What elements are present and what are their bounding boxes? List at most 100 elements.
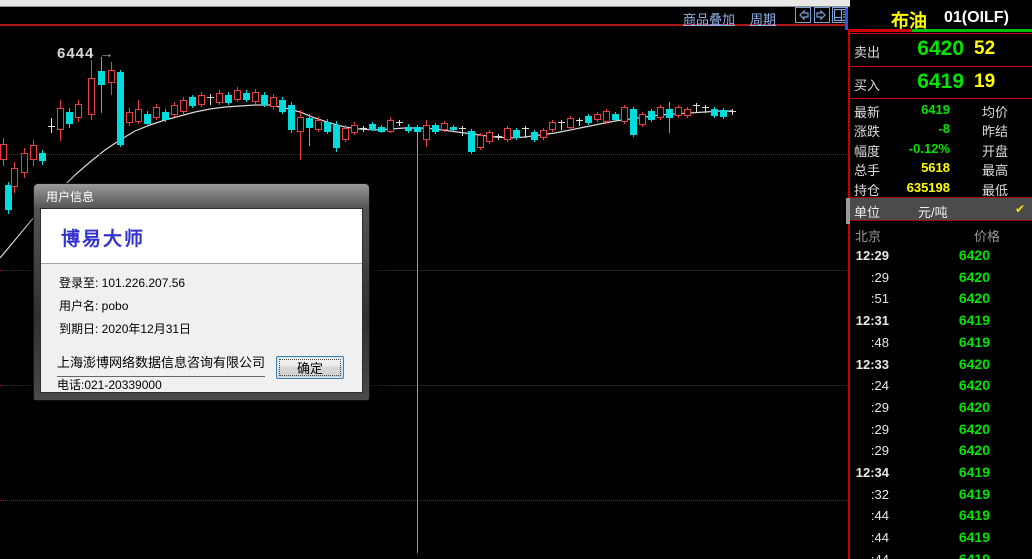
stat-row: 幅度-0.12%开盘 [850,139,1032,158]
tick-row: :516420 [850,289,1032,310]
overlay-commodity-link[interactable]: 商品叠加 [683,9,735,28]
stat-label: 最新 [854,102,880,121]
chart-toolbar: 商品叠加 周期 [0,7,848,24]
down-candle-body [39,153,46,161]
down-candle-body [306,118,313,128]
down-candle-body [720,110,727,117]
tick-price-column-header: 价格 [974,226,1000,245]
stat-row: 涨跌-8昨结 [850,119,1032,138]
user-info-dialog: 用户信息 博易大师 登录至: 101.226.207.56用户名: pobo到期… [33,183,370,401]
tick-price: 6420 [938,442,990,458]
dialog-title: 用户信息 [46,188,94,205]
doji-candle-bar [48,126,55,127]
doji-candle-bar [495,136,502,137]
doji-candle-wick [732,109,733,115]
stat-value: 635198 [907,180,950,195]
up-candle-body [88,78,95,115]
phone-number: 电话:021-20339000 [57,376,162,393]
app-name: 博易大师 [61,224,145,251]
doji-candle-bar [459,128,466,129]
down-candle-body [144,114,151,124]
up-candle-body [171,105,178,115]
down-candle-body [98,71,105,85]
down-candle-body [261,95,268,105]
stat-label-2: 均价 [982,102,1008,121]
down-candle-body [414,127,421,132]
tick-price: 6420 [938,247,990,263]
quote-panel: 布油 01(OILF) 卖出 6420 52 买入 6419 19 最新6419… [850,0,1032,559]
stat-row: 最新6419均价 [850,100,1032,119]
period-link[interactable]: 周期 [750,9,776,28]
tick-time: 12:29 [850,248,889,263]
unit-label: 单位 [854,202,880,221]
down-candle-wick [417,125,418,553]
price-gridline [0,154,848,155]
tick-price: 6419 [938,464,990,480]
stat-label: 总手 [854,160,880,179]
stat-label-2: 最低 [982,180,1008,199]
sell-strength-segment [850,29,912,32]
down-candle-body [513,130,520,138]
tick-time: :48 [850,335,889,350]
dialog-banner: 博易大师 [41,209,362,264]
tick-price: 6420 [938,269,990,285]
up-candle-body [126,112,133,123]
tick-price: 6420 [938,399,990,415]
doji-candle-bar [693,105,700,106]
down-candle-body [189,97,196,106]
stat-value: -8 [938,121,950,136]
stat-row: 总手5618最高 [850,158,1032,177]
ask-quantity: 52 [974,38,995,60]
up-candle-body [540,130,547,138]
tick-time: :44 [850,508,889,523]
stat-label: 涨跌 [854,121,880,140]
up-candle-body [657,107,664,118]
tick-row: 12:346419 [850,463,1032,484]
up-candle-body [135,109,142,122]
doji-candle-wick [399,120,400,126]
down-candle-body [711,109,718,116]
tick-time: :29 [850,422,889,437]
down-candle-body [66,112,73,124]
up-candle-body [315,120,322,130]
doji-candle-bar [729,111,736,112]
ask-row: 卖出 6420 52 [850,33,1032,66]
tick-price: 6419 [938,529,990,545]
up-candle-body [30,145,37,160]
ask-label: 卖出 [854,42,880,61]
doji-candle-bar [207,97,214,98]
tick-row: :29 6420 [850,398,1032,419]
next-arrow-icon[interactable] [814,7,830,23]
price-gridline [0,500,848,501]
prev-arrow-icon[interactable] [795,7,811,23]
ok-button[interactable]: 确定 [276,356,344,379]
up-candle-body [594,114,601,120]
up-candle-body [21,153,28,173]
tick-time: :29 [850,400,889,415]
up-candle-body [297,117,304,132]
tick-time: :24 [850,378,889,393]
buy-sell-strength-bar [850,29,1032,32]
tick-row: 12:336420 [850,355,1032,376]
down-candle-body [405,127,412,131]
up-candle-body [684,109,691,116]
tick-price: 6420 [938,356,990,372]
tick-price: 6420 [938,290,990,306]
up-candle-body [486,132,493,142]
panel-edge-mark [845,8,848,30]
up-candle-body [153,107,160,118]
trading-app-window: 6444 → 商品叠加 周期 布油 01(OILF) 卖出 6420 52 买入… [0,0,1032,559]
up-candle-body [11,168,18,187]
up-candle-body [441,123,448,130]
bid-row: 买入 6419 19 [850,66,1032,99]
up-candle-body [234,90,241,100]
up-candle-body [423,125,430,140]
tick-time: :29 [850,270,889,285]
tick-price: 6419 [938,507,990,523]
unit-value: 元/吨 [918,202,948,221]
down-candle-body [450,127,457,130]
up-candle-body [216,93,223,103]
unit-row[interactable]: 单位 元/吨 ✔ [850,197,1032,221]
tick-row: :326419 [850,485,1032,506]
bid-label: 买入 [854,75,880,94]
